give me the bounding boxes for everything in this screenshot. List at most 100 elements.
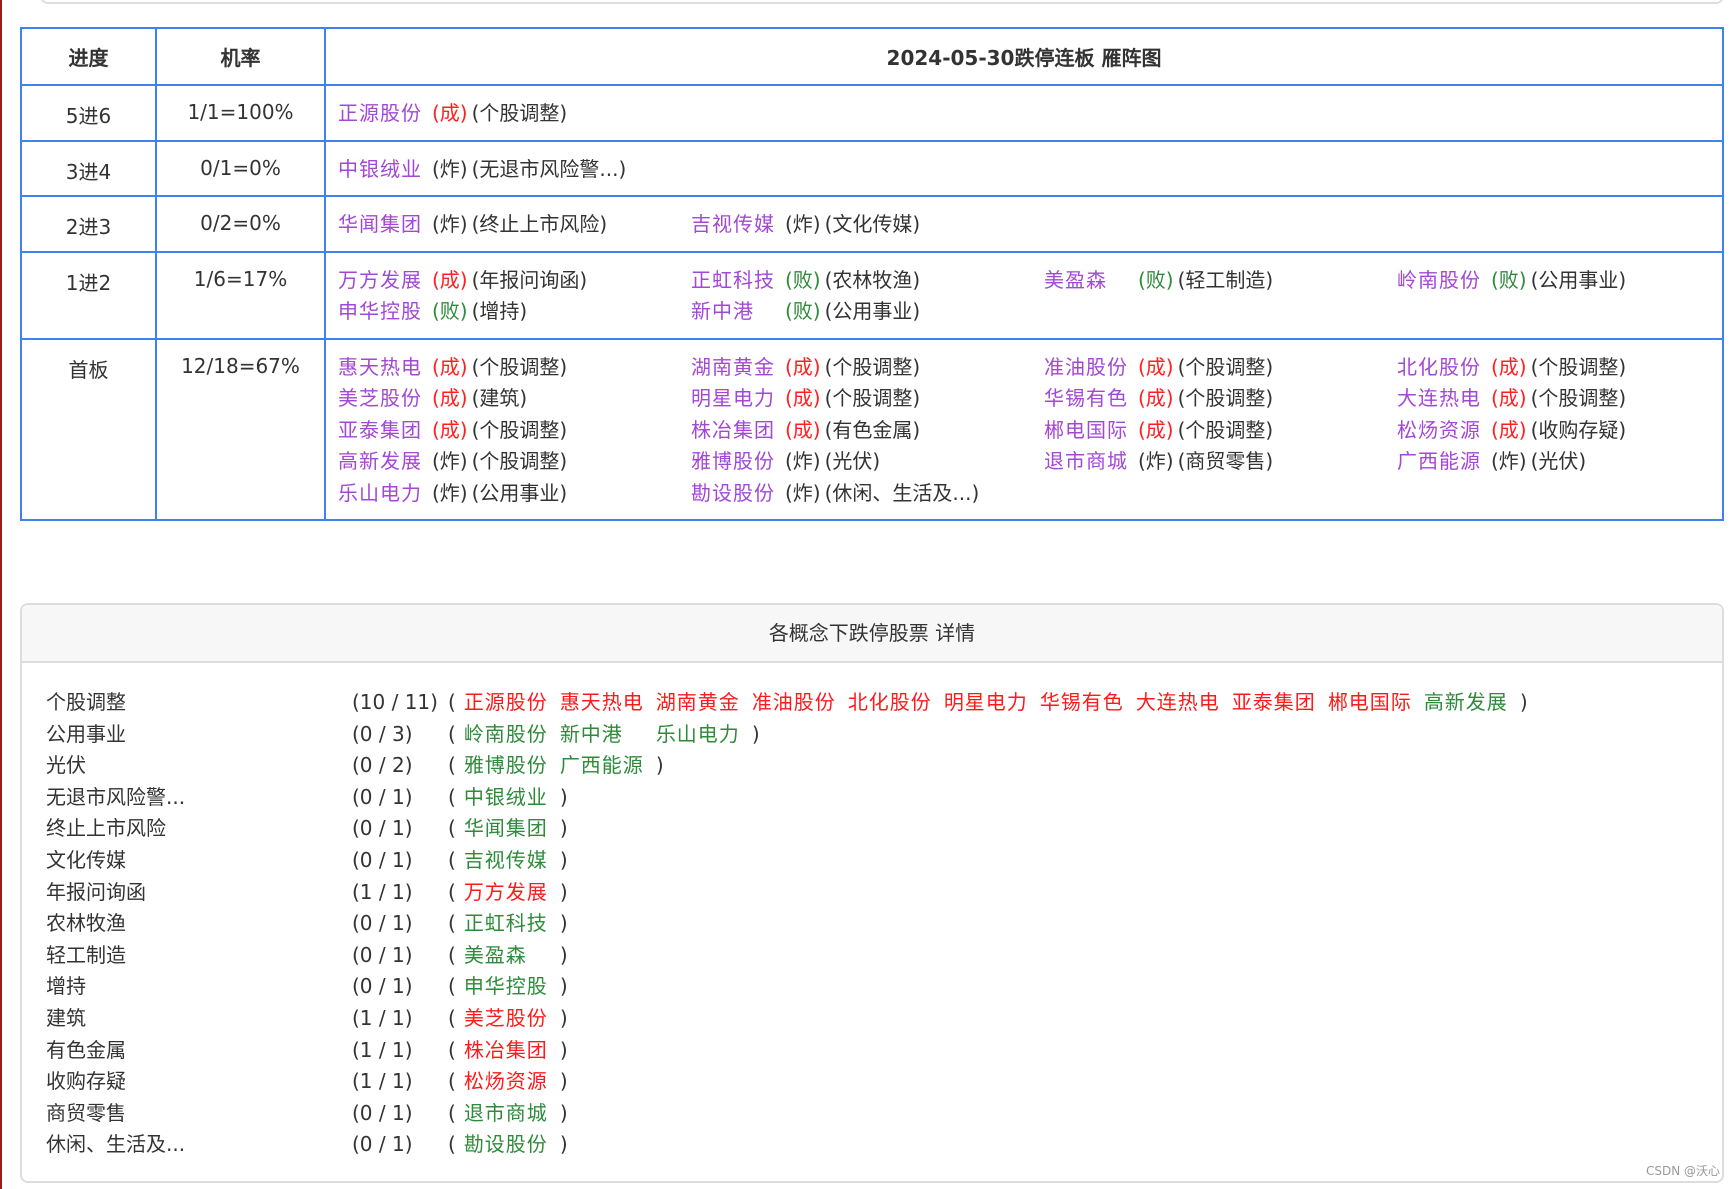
concept-stock-name[interactable]: 中银绒业: [464, 782, 548, 814]
concept-stock-name[interactable]: 亚泰集团: [1232, 687, 1316, 719]
header-rate: 机率: [155, 27, 326, 86]
table-row: 3进4 0/1=0% 中银绒业 (炸) (无退市风险警...): [20, 139, 1724, 197]
rate-cell: 1/1=100%: [155, 84, 326, 142]
concept-stock-name[interactable]: 正虹科技: [464, 908, 548, 940]
concept-row: 农林牧渔 (0 / 1) (正虹科技): [22, 908, 1722, 940]
result-tag: (成): [1491, 354, 1527, 379]
stock-entry: 勘设股份 (炸) (休闲、生活及...): [691, 478, 1044, 510]
stocks-cell: 惠天热电 (成) (个股调整) 湖南黄金 (成) (个股调整) 准油股份 (成) (个股调整…: [324, 337, 1724, 521]
concept-stock-name[interactable]: 雅博股份: [464, 750, 548, 782]
stock-name-link[interactable]: 岭南股份: [1397, 265, 1481, 297]
close-paren: ): [559, 816, 568, 841]
concept-stock-list: (雅博股份 广西能源): [448, 750, 664, 782]
concept-tag: (个股调整): [471, 417, 568, 442]
rate-cell: 1/6=17%: [155, 250, 326, 340]
result-tag: (成): [785, 417, 821, 442]
concept-label: 轻工制造: [46, 942, 126, 967]
stock-name-link[interactable]: 新中港: [691, 296, 775, 328]
table-row: 1进2 1/6=17% 万方发展 (成) (年报问询函) 正虹科技 (败) (农林牧渔)…: [20, 250, 1724, 340]
stock-name-link[interactable]: 郴电国际: [1044, 415, 1128, 447]
concept-stock-name[interactable]: 准油股份: [752, 687, 836, 719]
concept-row: 商贸零售 (0 / 1) (退市商城): [22, 1098, 1722, 1130]
result-tag: (成): [785, 354, 821, 379]
concept-label: 有色金属: [46, 1037, 126, 1062]
concept-stock-name[interactable]: 正源股份: [464, 687, 548, 719]
stock-entry: 新中港 (败) (公用事业): [691, 296, 1044, 328]
concept-stock-name[interactable]: 大连热电: [1136, 687, 1220, 719]
stock-name-link[interactable]: 申华控股: [338, 296, 422, 328]
rate-cell: 0/2=0%: [155, 195, 326, 253]
concept-count: (1 / 1): [352, 879, 413, 904]
stock-name-link[interactable]: 明星电力: [691, 383, 775, 415]
result-tag: (成): [432, 101, 468, 125]
concept-stock-name[interactable]: 松炀资源: [464, 1066, 548, 1098]
concept-stock-name[interactable]: 惠天热电: [560, 687, 644, 719]
concept-stock-name[interactable]: 申华控股: [464, 971, 548, 1003]
concept-stock-name[interactable]: 乐山电力: [656, 719, 740, 751]
stock-name-link[interactable]: 惠天热电: [338, 352, 422, 384]
stock-entry: 准油股份 (成) (个股调整): [1044, 352, 1397, 384]
stock-name-link[interactable]: 北化股份: [1397, 352, 1481, 384]
stock-name-link[interactable]: 准油股份: [1044, 352, 1128, 384]
result-tag: (败): [432, 299, 468, 323]
concept-count: (0 / 2): [352, 753, 413, 778]
stock-name-link[interactable]: 广西能源: [1397, 446, 1481, 478]
concept-tag: (个股调整): [824, 386, 921, 410]
stock-name-link[interactable]: 湖南黄金: [691, 352, 775, 384]
concept-stock-list: (万方发展): [448, 877, 568, 909]
concept-stock-name[interactable]: 华锡有色: [1040, 687, 1124, 719]
concept-stock-name[interactable]: 新中港: [560, 719, 644, 751]
stock-name-link[interactable]: 华锡有色: [1044, 383, 1128, 415]
result-tag: (成): [432, 354, 468, 379]
concept-stock-list: (岭南股份 新中港 乐山电力): [448, 719, 760, 751]
concept-stock-name[interactable]: 明星电力: [944, 687, 1028, 719]
concept-stock-name[interactable]: 美盈森: [464, 940, 548, 972]
stock-name-link[interactable]: 高新发展: [338, 446, 422, 478]
result-tag: (炸): [785, 480, 821, 505]
close-paren: ): [559, 974, 568, 999]
concept-tag: (农林牧渔): [824, 267, 921, 292]
stock-name-link[interactable]: 松炀资源: [1397, 415, 1481, 447]
concept-stock-name[interactable]: 广西能源: [560, 750, 644, 782]
result-tag: (成): [432, 386, 468, 410]
concept-stock-name[interactable]: 退市商城: [464, 1098, 548, 1130]
concept-stock-name[interactable]: 北化股份: [848, 687, 932, 719]
concept-stock-name[interactable]: 吉视传媒: [464, 845, 548, 877]
concept-stock-name[interactable]: 美芝股份: [464, 1003, 548, 1035]
concept-stock-name[interactable]: 株冶集团: [464, 1035, 548, 1067]
open-paren: (: [448, 1005, 456, 1030]
stock-name-link[interactable]: 勘设股份: [691, 478, 775, 510]
stock-entry: 美芝股份 (成) (建筑): [338, 383, 691, 415]
concept-stock-name[interactable]: 高新发展: [1424, 687, 1508, 719]
stock-name-link[interactable]: 美芝股份: [338, 383, 422, 415]
stock-entry: 正源股份 (成) (个股调整): [338, 98, 691, 130]
concept-stock-name[interactable]: 勘设股份: [464, 1129, 548, 1161]
concept-stock-name[interactable]: 岭南股份: [464, 719, 548, 751]
open-paren: (: [448, 942, 456, 967]
stock-name-link[interactable]: 株冶集团: [691, 415, 775, 447]
concept-tag: (个股调整): [471, 101, 568, 125]
stock-name-link[interactable]: 美盈森: [1044, 265, 1128, 297]
concept-stock-list: (退市商城): [448, 1098, 568, 1130]
stock-name-link[interactable]: 退市商城: [1044, 446, 1128, 478]
concept-stock-name[interactable]: 万方发展: [464, 877, 548, 909]
stock-name-link[interactable]: 华闻集团: [338, 209, 422, 241]
stock-entry: 中银绒业 (炸) (无退市风险警...): [338, 154, 691, 186]
stock-name-link[interactable]: 乐山电力: [338, 478, 422, 510]
stock-name-link[interactable]: 正虹科技: [691, 265, 775, 297]
stock-name-link[interactable]: 中银绒业: [338, 154, 422, 186]
concept-stock-list: (中银绒业): [448, 782, 568, 814]
stock-entry: 亚泰集团 (成) (个股调整): [338, 415, 691, 447]
concept-label: 公用事业: [46, 721, 126, 746]
concept-stock-name[interactable]: 湖南黄金: [656, 687, 740, 719]
stock-name-link[interactable]: 万方发展: [338, 265, 422, 297]
stock-name-link[interactable]: 大连热电: [1397, 383, 1481, 415]
close-paren: ): [559, 1100, 568, 1125]
stock-name-link[interactable]: 吉视传媒: [691, 209, 775, 241]
concept-stock-name[interactable]: 郴电国际: [1328, 687, 1412, 719]
stock-name-link[interactable]: 正源股份: [338, 98, 422, 130]
stock-name-link[interactable]: 雅博股份: [691, 446, 775, 478]
concept-stock-name[interactable]: 华闻集团: [464, 813, 548, 845]
open-paren: (: [448, 879, 456, 904]
stock-name-link[interactable]: 亚泰集团: [338, 415, 422, 447]
